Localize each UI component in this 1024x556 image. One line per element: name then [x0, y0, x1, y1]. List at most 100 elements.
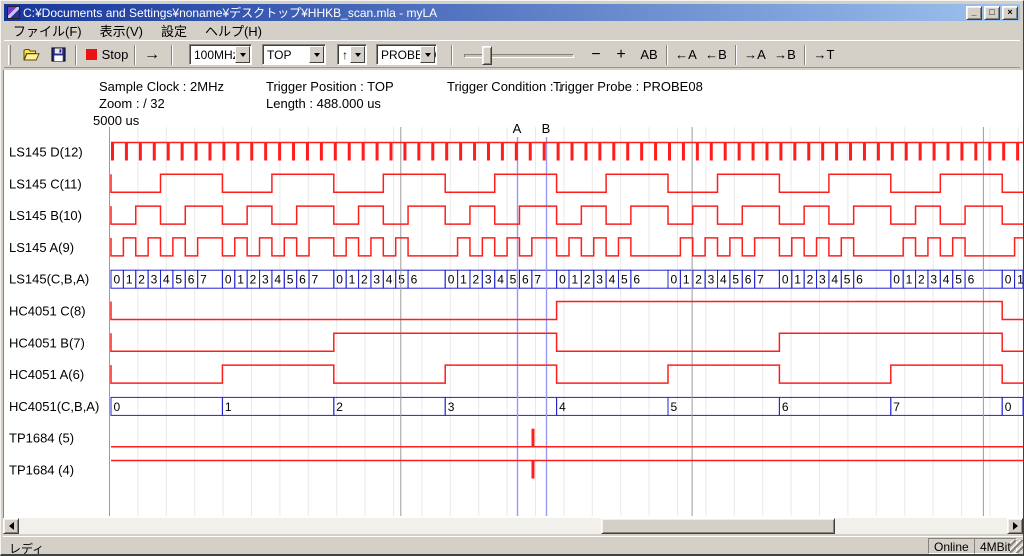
bus-cell-value: 4: [609, 273, 616, 287]
run-button[interactable]: →: [139, 43, 165, 66]
status-text: レディ: [9, 540, 44, 556]
bus-cell-value: 3: [819, 273, 826, 287]
bus-cell-value: 7: [893, 400, 900, 414]
bus-cell-value: 1: [1017, 273, 1024, 287]
menu-item-view[interactable]: 表示(V): [91, 19, 152, 42]
trigger-position-value: TOP: [267, 48, 291, 62]
dropdown-arrow-icon[interactable]: [309, 46, 324, 63]
bus-cell-value: 5: [398, 273, 405, 287]
menu-item-settings[interactable]: 設定: [152, 19, 196, 42]
sample-clock-value: 100MHz: [194, 48, 239, 62]
bus-cell: [334, 397, 445, 415]
bus-cell-value: 0: [114, 273, 121, 287]
resize-grip[interactable]: [1010, 540, 1023, 553]
scroll-right-button[interactable]: [1007, 518, 1023, 534]
marker-label-b[interactable]: B: [542, 121, 551, 136]
move-marker-a-left-button[interactable]: ←A: [672, 43, 700, 66]
bus-cell-value: 0: [448, 273, 455, 287]
bus-cell-value: 0: [671, 273, 678, 287]
channel-label: TP1684 (4): [9, 463, 74, 478]
open-button[interactable]: [18, 43, 44, 66]
bus-cell-value: 3: [485, 273, 492, 287]
bus-cell-value: 2: [584, 273, 591, 287]
move-marker-b-left-button[interactable]: ←B: [702, 43, 730, 66]
dropdown-arrow-icon[interactable]: [235, 46, 250, 63]
marker-label-a[interactable]: A: [513, 121, 522, 136]
maximize-button[interactable]: □: [984, 6, 1000, 20]
bus-cell-value: 1: [237, 273, 244, 287]
bus-cell-value: 0: [336, 273, 343, 287]
waveform-7: [111, 365, 1023, 383]
menu-item-help[interactable]: ヘルプ(H): [196, 19, 271, 42]
move-marker-b-right-button[interactable]: →B: [771, 43, 799, 66]
bus-cell-value: 6: [411, 273, 418, 287]
waveform-2: [111, 206, 1023, 224]
scroll-left-button[interactable]: [3, 518, 19, 534]
move-marker-a-right-button[interactable]: →A: [741, 43, 769, 66]
bus-cell-value: 5: [955, 273, 962, 287]
bus-cell-value: 1: [349, 273, 356, 287]
bus-cell-value: 3: [262, 273, 269, 287]
trigger-probe-combo[interactable]: PROBE00: [376, 44, 437, 65]
bus-cell-value: 4: [720, 273, 727, 287]
toolbar-separator: [451, 45, 453, 65]
bus-cell-value: 1: [571, 273, 578, 287]
bus-cell-value: 5: [621, 273, 628, 287]
bus-cell: [779, 397, 890, 415]
save-button[interactable]: [45, 43, 71, 66]
bus-cell-value: 7: [200, 273, 207, 287]
dropdown-arrow-icon[interactable]: [350, 46, 365, 63]
timing-plot: 0123456701234567012345601234567012345601…: [1, 70, 1024, 518]
bus-cell-value: 1: [906, 273, 913, 287]
stop-label: Stop: [102, 47, 129, 62]
toolbar-grip: [8, 45, 11, 65]
bus-cell-value: 2: [361, 273, 368, 287]
channel-label: HC4051 C(8): [9, 304, 86, 319]
zoom-slider-thumb[interactable]: [482, 46, 492, 65]
bus-cell-value: 5: [844, 273, 851, 287]
pulse-train-0: [113, 143, 1018, 161]
status-bar: レディ Online 4MBit: [3, 536, 1023, 555]
bus-cell: [445, 397, 556, 415]
bus-cell-value: 3: [708, 273, 715, 287]
goto-trigger-button[interactable]: →T: [810, 43, 838, 66]
hscrollbar-thumb[interactable]: [601, 518, 835, 534]
bus-cell-value: 5: [510, 273, 517, 287]
bus-cell-value: 5: [671, 400, 678, 414]
close-button[interactable]: ×: [1002, 6, 1018, 20]
minimize-button[interactable]: _: [966, 6, 982, 20]
bus-cell-value: 0: [782, 273, 789, 287]
bus-cell-value: 6: [856, 273, 863, 287]
app-icon[interactable]: [7, 6, 20, 19]
toolbar-separator: [134, 45, 136, 65]
online-status-badge: Online: [928, 538, 975, 554]
bus-cell-value: 1: [460, 273, 467, 287]
dropdown-arrow-icon[interactable]: [420, 46, 435, 63]
bus-cell-value: 1: [126, 273, 133, 287]
waveform-5: [111, 302, 1023, 320]
stop-button[interactable]: Stop: [82, 43, 132, 66]
bus-cell-value: 3: [930, 273, 937, 287]
channel-label: HC4051 B(7): [9, 335, 85, 350]
bus-cell-value: 2: [336, 400, 343, 414]
ab-span-button[interactable]: AB: [636, 43, 662, 66]
toolbar-separator: [75, 45, 77, 65]
zoom-slider-track[interactable]: [464, 54, 574, 58]
zoom-out-button[interactable]: −: [585, 43, 607, 66]
menu-item-file[interactable]: ファイル(F): [4, 19, 91, 42]
bus-cell-value: 7: [757, 273, 764, 287]
bus-cell-value: 6: [968, 273, 975, 287]
trigger-position-combo[interactable]: TOP: [262, 44, 326, 65]
trigger-edge-combo[interactable]: ↑: [337, 44, 367, 65]
bus-cell-value: 6: [188, 273, 195, 287]
sample-clock-combo[interactable]: 100MHz: [189, 44, 252, 65]
zoom-in-button[interactable]: +: [610, 43, 632, 66]
floppy-disk-icon: [51, 47, 66, 62]
trigger-edge-value: ↑: [342, 48, 348, 62]
bus-cell-value: 2: [807, 273, 814, 287]
bus-cell-value: 5: [287, 273, 294, 287]
channel-label: LS145(C,B,A): [9, 272, 89, 287]
bus-cell-value: 5: [175, 273, 182, 287]
hscrollbar[interactable]: [3, 518, 1023, 534]
bus-cell-value: 2: [250, 273, 257, 287]
